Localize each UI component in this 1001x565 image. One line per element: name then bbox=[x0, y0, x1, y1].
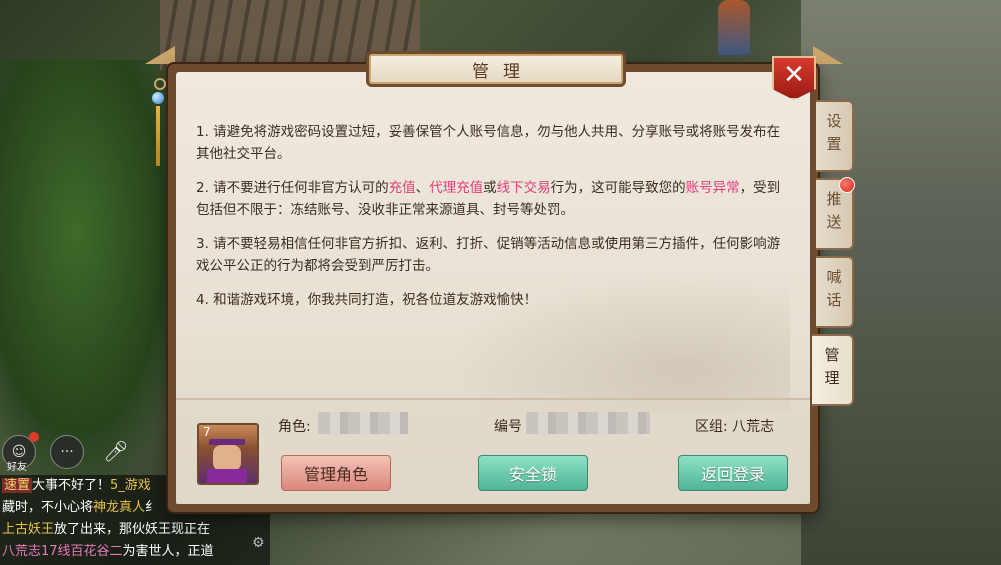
chat-segment: 藏时，不小心将 bbox=[2, 500, 94, 515]
notice-highlight: 充值 bbox=[388, 180, 416, 196]
manage-role-button[interactable]: 管理角色 bbox=[281, 455, 391, 491]
notice-highlight: 账号异常 bbox=[685, 180, 740, 196]
chat-segment: 速置 bbox=[2, 478, 33, 493]
chat-line: 上古妖王放了出来，那伙妖王现正在 bbox=[0, 519, 270, 541]
notice-text: 、 bbox=[415, 180, 430, 196]
chat-bubble-icon: ··· bbox=[60, 444, 74, 460]
chat-segment: 纟 bbox=[145, 500, 159, 515]
chat-segment: 为害世人，正道 bbox=[122, 544, 214, 559]
notice-list: 1. 请避免将游戏密码设置过短，妥善保管个人账号信息，勿与他人共用、分享账号或将… bbox=[196, 121, 786, 323]
tab-manage[interactable]: 管理 bbox=[812, 334, 854, 406]
close-icon: ✕ bbox=[783, 60, 805, 90]
notice-item: 1. 请避免将游戏密码设置过短，妥善保管个人账号信息，勿与他人共用、分享账号或将… bbox=[196, 121, 786, 165]
notice-text: 2. 请不要进行任何非官方认可的 bbox=[196, 180, 389, 196]
tab-broadcast[interactable]: 喊话 bbox=[816, 256, 854, 328]
notice-item: 4. 和谐游戏环境，你我共同打造，祝各位道友游戏愉快！ bbox=[196, 289, 786, 311]
background-character bbox=[718, 0, 750, 55]
notice-text: 行为，这可能导致您的 bbox=[550, 180, 686, 196]
tassel-ornament bbox=[152, 70, 166, 170]
notice-text: 3. 请不要轻易相信任何非官方折扣、返利、打折、促销等活动信息或使用第三方插件，… bbox=[196, 236, 781, 274]
notice-text: 或 bbox=[483, 180, 497, 196]
player-id-label: 编号 bbox=[494, 419, 522, 435]
chat-bubble-button[interactable]: ··· bbox=[50, 435, 84, 469]
microphone-icon: 🎤︎ bbox=[103, 439, 129, 463]
chat-segment: 上古妖王 bbox=[2, 522, 55, 537]
player-level: 7 bbox=[203, 425, 211, 439]
chat-segment: 神龙真人 bbox=[93, 500, 146, 515]
voice-button[interactable]: 🎤︎ 世 bbox=[100, 435, 231, 467]
push-notification-dot bbox=[839, 177, 855, 193]
friends-label: 好友 bbox=[7, 462, 27, 473]
avatar: 7 bbox=[197, 423, 259, 485]
security-lock-button[interactable]: 安全锁 bbox=[478, 455, 588, 491]
server-label: 区组: 八荒志 bbox=[695, 419, 775, 435]
chat-segment: 大事不好了！ bbox=[32, 478, 111, 493]
notice-highlight: 线下交易 bbox=[496, 180, 551, 196]
chat-segment: 八荒志17线百花谷二 bbox=[2, 544, 123, 559]
notice-item: 3. 请不要轻易相信任何非官方折扣、返利、打折、促销等活动信息或使用第三方插件，… bbox=[196, 233, 786, 277]
notification-dot bbox=[29, 432, 39, 442]
chat-toolbar: ☺ 好友 ··· 🎤︎ 世 bbox=[0, 432, 231, 475]
notice-text: 1. 请避免将游戏密码设置过短，妥善保管个人账号信息，勿与他人共用、分享账号或将… bbox=[196, 124, 781, 162]
player-id-redacted bbox=[526, 412, 650, 434]
gear-icon[interactable]: ⚙ bbox=[252, 535, 265, 551]
notice-item: 2. 请不要进行任何非官方认可的充值、代理充值或线下交易行为，这可能导致您的账号… bbox=[196, 177, 786, 221]
notice-text: 4. 和谐游戏环境，你我共同打造，祝各位道友游戏愉快！ bbox=[196, 292, 538, 308]
dialog-title-plate: 管理 bbox=[366, 51, 626, 87]
friends-button[interactable]: ☺ 好友 bbox=[2, 432, 39, 473]
return-login-button[interactable]: 返回登录 bbox=[678, 455, 788, 491]
chat-segment: 放了出来，那伙妖王现正在 bbox=[54, 522, 211, 537]
dialog-title: 管理 bbox=[472, 61, 534, 82]
chat-line: 八荒志17线百花谷二为害世人，正道 bbox=[0, 541, 270, 563]
role-name-redacted bbox=[318, 412, 408, 434]
role-label: 角色: bbox=[278, 419, 311, 435]
notice-highlight: 代理充值 bbox=[429, 180, 484, 196]
chat-segment: 5_游戏 bbox=[110, 478, 151, 493]
tab-settings[interactable]: 设置 bbox=[816, 100, 854, 172]
